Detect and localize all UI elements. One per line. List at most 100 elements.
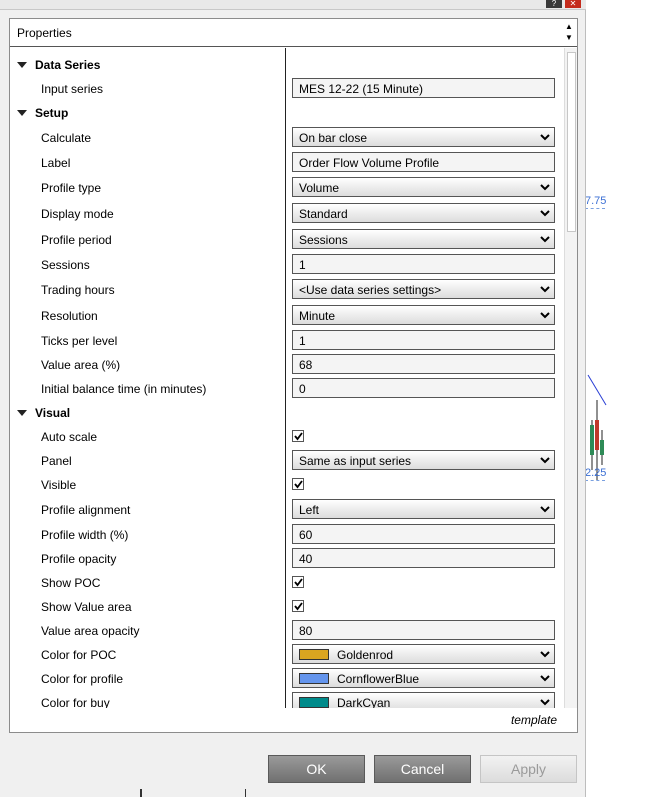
sessions-field[interactable]: 1 bbox=[292, 254, 555, 274]
property-label: Initial balance time (in minutes) bbox=[41, 382, 207, 396]
column-divider[interactable] bbox=[285, 48, 286, 708]
input-series-field[interactable]: MES 12-22 (15 Minute) bbox=[292, 78, 555, 98]
row-initial-balance-time: Initial balance time (in minutes) 0 bbox=[10, 377, 564, 401]
chart-tick-mark bbox=[245, 789, 246, 797]
apply-button[interactable]: Apply bbox=[480, 755, 577, 783]
category-visual[interactable]: Visual bbox=[10, 401, 564, 425]
template-link[interactable]: template bbox=[511, 713, 557, 727]
chevron-down-icon bbox=[540, 234, 550, 244]
profile-period-dropdown[interactable]: Sessions bbox=[292, 229, 555, 249]
chart-price-dash-mid bbox=[585, 480, 605, 481]
property-label: Value area opacity bbox=[41, 624, 140, 638]
visible-checkbox[interactable] bbox=[292, 478, 304, 490]
dropdown-value: <Use data series settings> bbox=[299, 283, 442, 297]
cancel-button[interactable]: Cancel bbox=[374, 755, 471, 783]
help-icon[interactable]: ? bbox=[546, 0, 562, 8]
property-grid-title: Properties bbox=[17, 26, 72, 40]
ok-button[interactable]: OK bbox=[268, 755, 365, 783]
chevron-down-icon bbox=[540, 673, 550, 683]
profile-type-dropdown[interactable]: Volume bbox=[292, 177, 555, 197]
property-rows: Data Series Input series MES 12-22 (15 M… bbox=[10, 48, 564, 708]
profile-alignment-dropdown[interactable]: Left bbox=[292, 499, 555, 519]
row-panel: Panel Same as input series bbox=[10, 449, 564, 473]
property-label: Calculate bbox=[41, 131, 92, 145]
collapse-arrow-icon[interactable] bbox=[17, 110, 27, 116]
chevron-down-icon bbox=[540, 208, 550, 218]
property-label: Color for buy bbox=[41, 696, 110, 708]
close-icon[interactable]: ✕ bbox=[565, 0, 581, 8]
property-label: Value area (%) bbox=[41, 358, 121, 372]
color-profile-dropdown[interactable]: CornflowerBlue bbox=[292, 668, 555, 688]
show-value-area-checkbox[interactable] bbox=[292, 600, 304, 612]
profile-width-field[interactable]: 60 bbox=[292, 524, 555, 544]
collapse-arrow-icon[interactable] bbox=[17, 62, 27, 68]
chevron-down-icon bbox=[540, 504, 550, 514]
calculate-dropdown[interactable]: On bar close bbox=[292, 127, 555, 147]
property-label: Profile type bbox=[41, 181, 102, 195]
chevron-down-icon bbox=[540, 455, 550, 465]
check-icon bbox=[294, 578, 303, 587]
dropdown-value: Sessions bbox=[299, 233, 348, 247]
property-label: Display mode bbox=[41, 207, 114, 221]
row-show-value-area: Show Value area bbox=[10, 595, 564, 619]
chevron-down-icon bbox=[540, 132, 550, 142]
ticks-per-level-field[interactable]: 1 bbox=[292, 330, 555, 350]
value-area-opacity-field[interactable]: 80 bbox=[292, 620, 555, 640]
property-label: Profile opacity bbox=[41, 552, 117, 566]
chevron-down-icon bbox=[540, 310, 550, 320]
property-label: Auto scale bbox=[41, 430, 98, 444]
property-label: Panel bbox=[41, 454, 72, 468]
dropdown-value: Left bbox=[299, 503, 320, 517]
property-label: Show POC bbox=[41, 576, 101, 590]
property-label: Ticks per level bbox=[41, 334, 118, 348]
vertical-scrollbar[interactable] bbox=[564, 48, 577, 708]
row-value-area: Value area (%) 68 bbox=[10, 353, 564, 377]
profile-opacity-field[interactable]: 40 bbox=[292, 548, 555, 568]
panel-dropdown[interactable]: Same as input series bbox=[292, 450, 555, 470]
display-mode-dropdown[interactable]: Standard bbox=[292, 203, 555, 223]
row-trading-hours: Trading hours <Use data series settings> bbox=[10, 278, 564, 302]
chart-price-label-top: 7.75 bbox=[585, 195, 607, 207]
dialog-title-strip bbox=[0, 0, 586, 10]
row-profile-opacity: Profile opacity 40 bbox=[10, 547, 564, 571]
row-input-series: Input series MES 12-22 (15 Minute) bbox=[10, 77, 564, 101]
chevron-down-icon bbox=[540, 182, 550, 192]
property-label: Profile width (%) bbox=[41, 528, 129, 542]
row-color-poc: Color for POC Goldenrod bbox=[10, 643, 564, 667]
chart-tick-mark bbox=[140, 789, 142, 797]
property-label: Profile period bbox=[41, 233, 112, 247]
value-area-field[interactable]: 68 bbox=[292, 354, 555, 374]
collapse-arrow-icon[interactable] bbox=[17, 410, 27, 416]
category-data-series[interactable]: Data Series bbox=[10, 53, 564, 77]
color-buy-dropdown[interactable]: DarkCyan bbox=[292, 692, 555, 708]
chevron-down-icon bbox=[540, 697, 550, 707]
header-scroll-arrows[interactable]: ▲ ▼ bbox=[563, 21, 575, 45]
property-label: Label bbox=[41, 156, 71, 170]
row-color-profile: Color for profile CornflowerBlue bbox=[10, 667, 564, 691]
row-color-buy: Color for buy DarkCyan bbox=[10, 691, 564, 708]
property-label: Show Value area bbox=[41, 600, 132, 614]
label-field[interactable]: Order Flow Volume Profile bbox=[292, 152, 555, 172]
category-setup[interactable]: Setup bbox=[10, 101, 564, 125]
color-poc-dropdown[interactable]: Goldenrod bbox=[292, 644, 555, 664]
property-grid-header: Properties ▲ ▼ bbox=[10, 19, 577, 47]
chart-background bbox=[586, 0, 656, 797]
property-label: Sessions bbox=[41, 258, 90, 272]
row-calculate: Calculate On bar close bbox=[10, 126, 564, 150]
show-poc-checkbox[interactable] bbox=[292, 576, 304, 588]
dropdown-value: Goldenrod bbox=[337, 648, 394, 662]
dropdown-value: Standard bbox=[299, 207, 348, 221]
auto-scale-checkbox[interactable] bbox=[292, 430, 304, 442]
row-profile-type: Profile type Volume bbox=[10, 176, 564, 200]
trading-hours-dropdown[interactable]: <Use data series settings> bbox=[292, 279, 555, 299]
dropdown-value: DarkCyan bbox=[337, 696, 391, 708]
scrollbar-thumb[interactable] bbox=[567, 52, 576, 232]
property-label: Color for profile bbox=[41, 672, 124, 686]
property-label: Input series bbox=[41, 82, 104, 96]
property-label: Visible bbox=[41, 478, 77, 492]
initial-balance-time-field[interactable]: 0 bbox=[292, 378, 555, 398]
resolution-dropdown[interactable]: Minute bbox=[292, 305, 555, 325]
chart-price-dash-top bbox=[585, 208, 605, 209]
color-swatch bbox=[299, 673, 329, 684]
row-profile-width: Profile width (%) 60 bbox=[10, 523, 564, 547]
